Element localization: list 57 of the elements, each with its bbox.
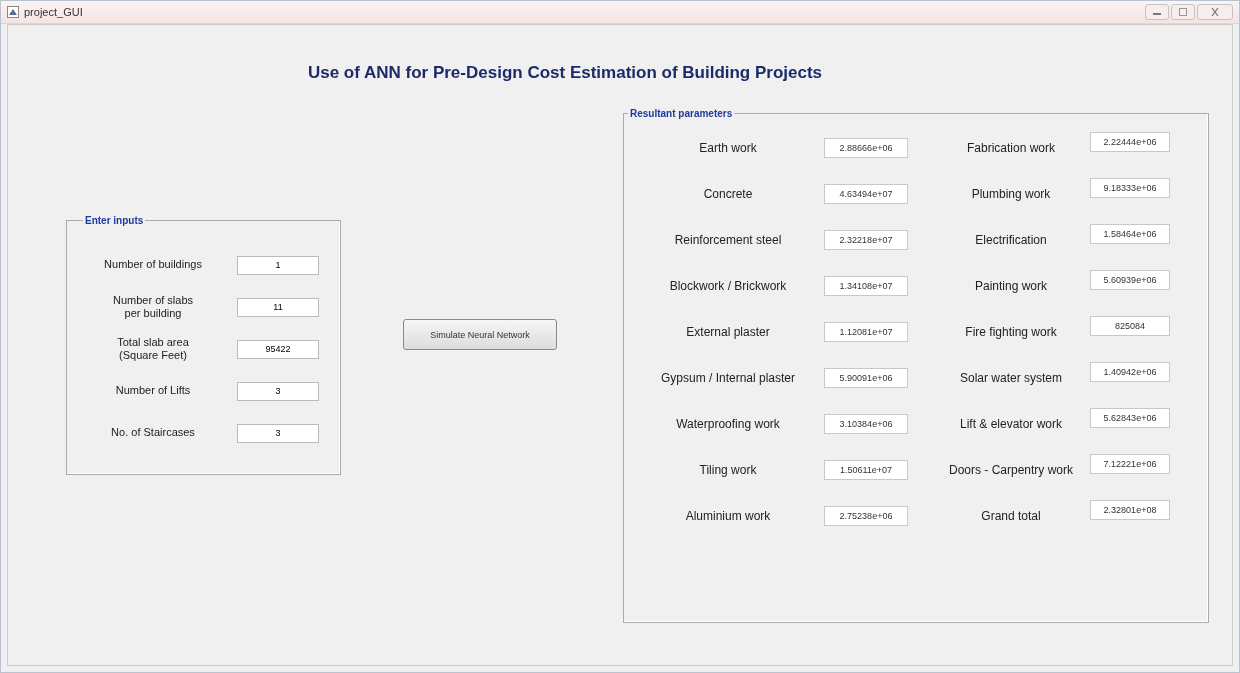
close-icon [1210,8,1220,16]
output-field: 1.50611e+07 [824,460,908,480]
panel-title: Resultant parameters [629,108,734,119]
input-field[interactable]: 3 [237,381,319,401]
output-field: 9.18333e+06 [1090,178,1170,198]
close-button[interactable] [1197,4,1233,20]
result-label: Tiling work [698,463,758,477]
result-label: Doors - Carpentry work [948,463,1074,477]
input-field[interactable]: 1 [237,255,319,275]
result-label: Fire fighting work [964,325,1058,339]
input-field[interactable]: 3 [237,423,319,443]
output-field: 2.32801e+08 [1090,500,1170,520]
output-field: 825084 [1090,316,1170,336]
field-label: Number of Lifts [114,384,192,398]
field-label: Number of buildings [103,258,203,272]
result-label: Plumbing work [970,187,1052,201]
minimize-button[interactable] [1145,4,1169,20]
output-field: 7.12221e+06 [1090,454,1170,474]
result-label: Concrete [702,187,754,201]
maximize-button[interactable] [1171,4,1195,20]
output-field: 2.22444e+06 [1090,132,1170,152]
app-heading: Use of ANN for Pre-Design Cost Estimation of Building Projects [306,63,824,83]
output-field: 5.90091e+06 [824,368,908,388]
input-field[interactable]: 11 [237,297,319,317]
output-field: 2.75238e+06 [824,506,908,526]
result-label: Solar water system [959,371,1063,385]
field-label: Number of slabs per building [111,293,195,321]
output-field: 3.10384e+06 [824,414,908,434]
output-field: 5.62843e+06 [1090,408,1170,428]
result-label: Earth work [698,141,758,155]
panel-title: Enter inputs [84,215,145,226]
output-field: 1.34108e+07 [824,276,908,296]
result-label: Fabrication work [966,141,1056,155]
result-label: Gypsum / Internal plaster [659,371,797,385]
result-label: Blockwork / Brickwork [668,279,788,293]
result-label: Electrification [974,233,1048,247]
output-field: 2.32218e+07 [824,230,908,250]
window-icon [7,6,19,18]
result-label: Grand total [980,509,1042,523]
result-label: External plaster [685,325,771,339]
result-label: Painting work [973,279,1048,293]
window-title: project_GUI [24,6,83,18]
result-label: Aluminium work [684,509,772,523]
field-label: Total slab area (Square Feet) [116,335,190,363]
field-label: No. of Staircases [110,426,196,440]
result-label: Lift & elevator work [958,417,1063,431]
result-label: Waterproofing work [675,417,781,431]
output-field: 5.60939e+06 [1090,270,1170,290]
output-field: 1.40942e+06 [1090,362,1170,382]
output-field: 2.88666e+06 [824,138,908,158]
maximize-icon [1178,8,1188,16]
output-field: 1.58464e+06 [1090,224,1170,244]
simulate-button[interactable]: Simulate Neural Network [403,319,557,350]
result-label: Reinforcement steel [673,233,783,247]
output-field: 4.63494e+07 [824,184,908,204]
input-field[interactable]: 95422 [237,339,319,359]
output-field: 1.12081e+07 [824,322,908,342]
